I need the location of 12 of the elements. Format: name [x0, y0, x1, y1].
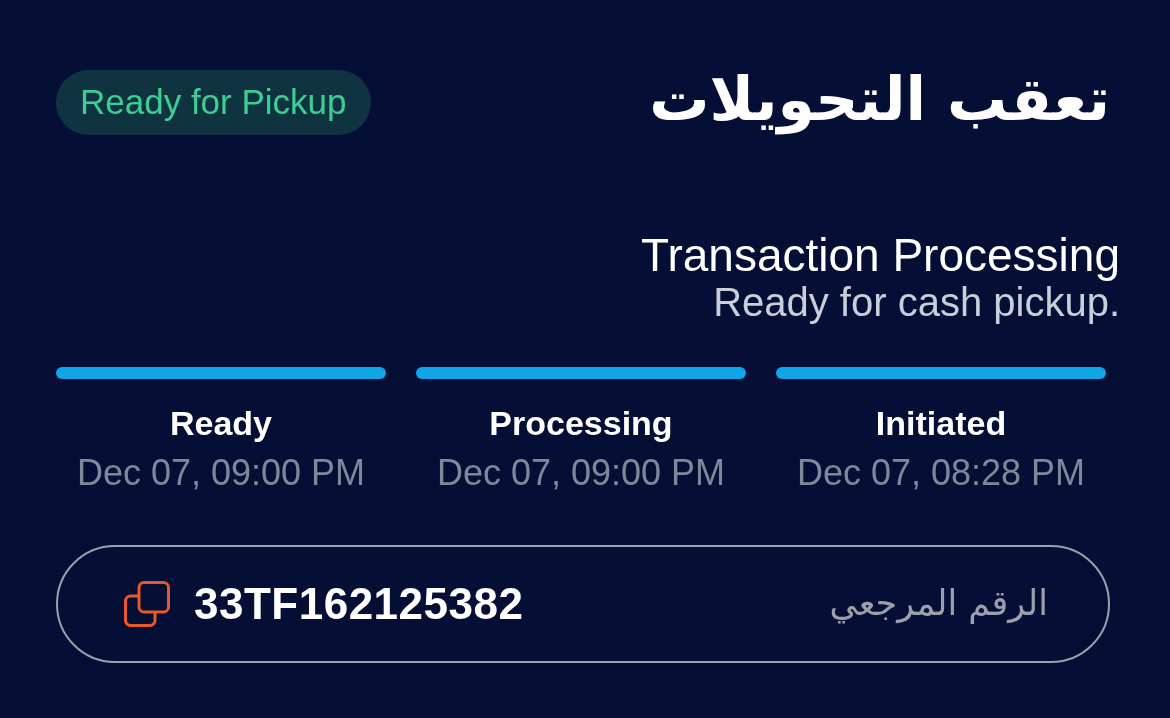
reference-number: 33TF162125382 — [194, 577, 524, 630]
step-label: Ready — [169, 402, 273, 444]
status-heading: Transaction Processing — [641, 231, 1120, 281]
step-label: Initiated — [875, 402, 1007, 444]
step-time: Dec 07, 09:00 PM — [436, 451, 726, 495]
reference-label: الرقم المرجعي — [829, 582, 1048, 626]
status-message: Ready for cash pickup. — [713, 280, 1120, 323]
copy-icon[interactable] — [124, 580, 170, 627]
step-time: Dec 07, 09:00 PM — [76, 451, 366, 495]
status-badge: Ready for Pickup — [56, 70, 371, 135]
step-label: Processing — [489, 402, 673, 444]
step-time: Dec 07, 08:28 PM — [796, 451, 1086, 495]
